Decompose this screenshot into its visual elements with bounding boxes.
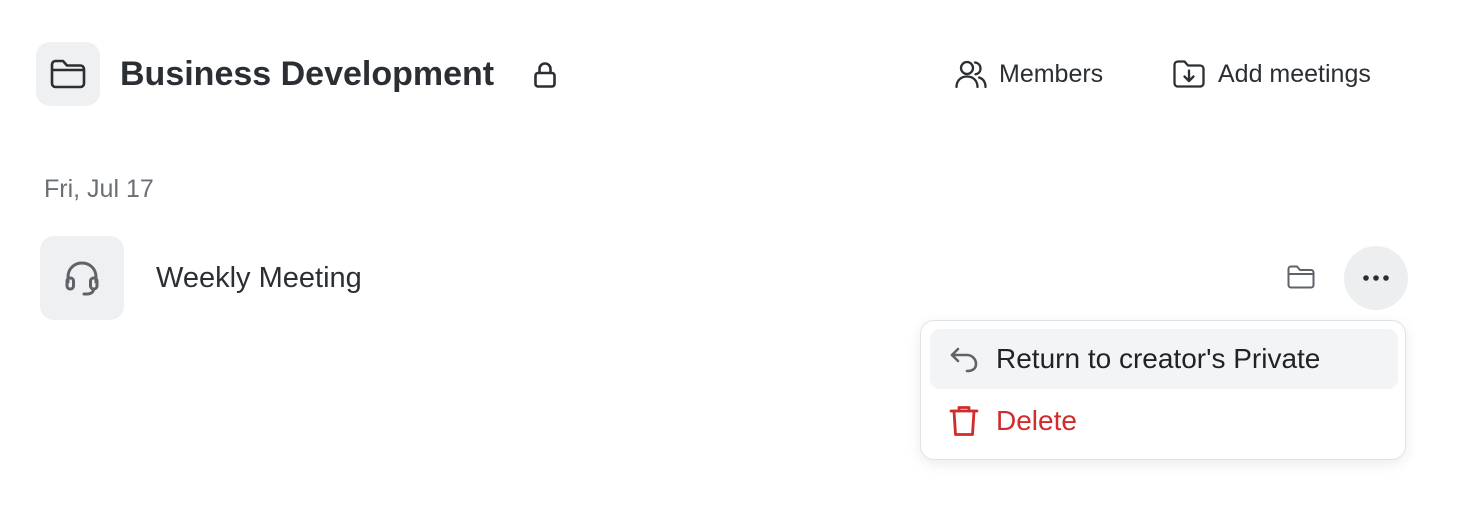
folder-icon bbox=[50, 59, 86, 89]
meeting-title[interactable]: Weekly Meeting bbox=[156, 260, 362, 296]
undo-arrow-icon bbox=[946, 341, 982, 377]
users-icon bbox=[955, 60, 987, 89]
folder-badge bbox=[36, 42, 100, 106]
page-title: Business Development bbox=[120, 55, 495, 93]
menu-item-label: Delete bbox=[996, 405, 1077, 436]
folder-icon bbox=[1287, 265, 1315, 289]
menu-item-return-to-private[interactable]: Return to creator's Private bbox=[930, 329, 1398, 389]
folder-download-icon bbox=[1173, 60, 1205, 88]
date-heading: Fri, Jul 17 bbox=[44, 175, 154, 203]
menu-item-label: Return to creator's Private bbox=[996, 343, 1321, 374]
lock-icon bbox=[531, 60, 559, 90]
more-options-button[interactable] bbox=[1344, 246, 1408, 310]
members-label: Members bbox=[999, 59, 1104, 88]
move-to-folder-button[interactable] bbox=[1284, 262, 1318, 292]
members-button[interactable]: Members bbox=[955, 52, 1103, 96]
add-meetings-label: Add meetings bbox=[1218, 59, 1371, 88]
headset-icon bbox=[65, 261, 99, 296]
menu-item-delete[interactable]: Delete bbox=[930, 391, 1398, 451]
page: Business Development Members Add meeting… bbox=[0, 0, 1460, 528]
meeting-badge[interactable] bbox=[40, 236, 124, 320]
options-menu: Return to creator's Private Delete bbox=[920, 320, 1406, 460]
add-meetings-button[interactable]: Add meetings bbox=[1172, 52, 1371, 96]
more-horizontal-icon bbox=[1363, 275, 1389, 281]
trash-icon bbox=[946, 403, 982, 439]
